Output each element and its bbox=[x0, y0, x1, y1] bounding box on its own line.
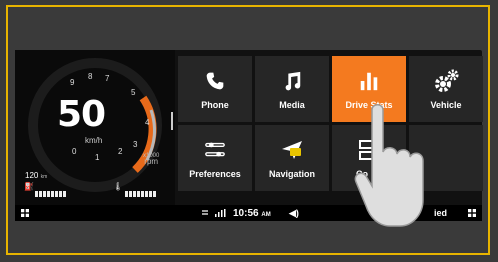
rpm-tick-0: 0 bbox=[72, 147, 77, 156]
bar-chart-icon bbox=[358, 68, 380, 94]
sliders-icon bbox=[204, 137, 226, 163]
app-tile-label: Phone bbox=[201, 100, 229, 110]
navigation-icon bbox=[280, 137, 304, 163]
speed-readout: 50 bbox=[57, 94, 106, 135]
rpm-tick-1: 1 bbox=[95, 153, 100, 162]
odometer: 120 km bbox=[25, 171, 47, 180]
app-tile-label: Media bbox=[279, 100, 305, 110]
app-tile-phone[interactable]: Phone bbox=[178, 56, 252, 122]
fuel-level-bar: ⛽ bbox=[24, 182, 71, 197]
odometer-unit: km bbox=[40, 174, 48, 180]
app-tile-media[interactable]: Media bbox=[255, 56, 329, 122]
gears-icon bbox=[433, 68, 459, 94]
coolant-temp-icon: 🌡 bbox=[113, 182, 124, 191]
app-grid-icon[interactable] bbox=[21, 209, 29, 217]
instrument-cluster: 9 8 7 5 4 3 2 1 0 50 km/h x1000 rpm 120 … bbox=[15, 50, 175, 205]
app-tile-preferences[interactable]: Preferences bbox=[178, 125, 252, 191]
clock-ampm: AM bbox=[261, 212, 271, 218]
rpm-tick-4: 4 bbox=[145, 118, 150, 127]
signal-icon bbox=[202, 209, 226, 217]
coolant-temp-bar: 🌡 bbox=[113, 182, 161, 197]
volume-icon[interactable]: ◀) bbox=[289, 208, 299, 219]
phone-icon bbox=[205, 68, 225, 94]
panel-divider bbox=[171, 112, 173, 130]
rpm-unit: x1000 rpm bbox=[143, 153, 159, 166]
app-grid-icon-right[interactable] bbox=[468, 209, 476, 217]
app-tile-label: Preferences bbox=[189, 169, 241, 179]
rpm-tick-8: 8 bbox=[88, 72, 93, 81]
rpm-tick-2: 2 bbox=[118, 147, 123, 156]
odometer-value: 120 bbox=[25, 171, 39, 180]
app-tile-label: Navigation bbox=[268, 169, 315, 179]
music-note-icon bbox=[281, 68, 303, 94]
rpm-tick-9: 9 bbox=[70, 78, 75, 87]
rpm-tick-5: 5 bbox=[131, 88, 136, 97]
rpm-unit-label: rpm bbox=[144, 157, 159, 166]
rpm-tick-7: 7 bbox=[105, 74, 110, 83]
fuel-pump-icon: ⛽ bbox=[24, 182, 34, 191]
rpm-tick-3: 3 bbox=[133, 140, 138, 149]
status-clock: 10:56 AM bbox=[233, 208, 271, 219]
clock-time: 10:56 bbox=[233, 208, 259, 219]
speed-unit: km/h bbox=[85, 136, 103, 145]
app-tile-navigation[interactable]: Navigation bbox=[255, 125, 329, 191]
pointing-hand-icon bbox=[354, 104, 424, 227]
